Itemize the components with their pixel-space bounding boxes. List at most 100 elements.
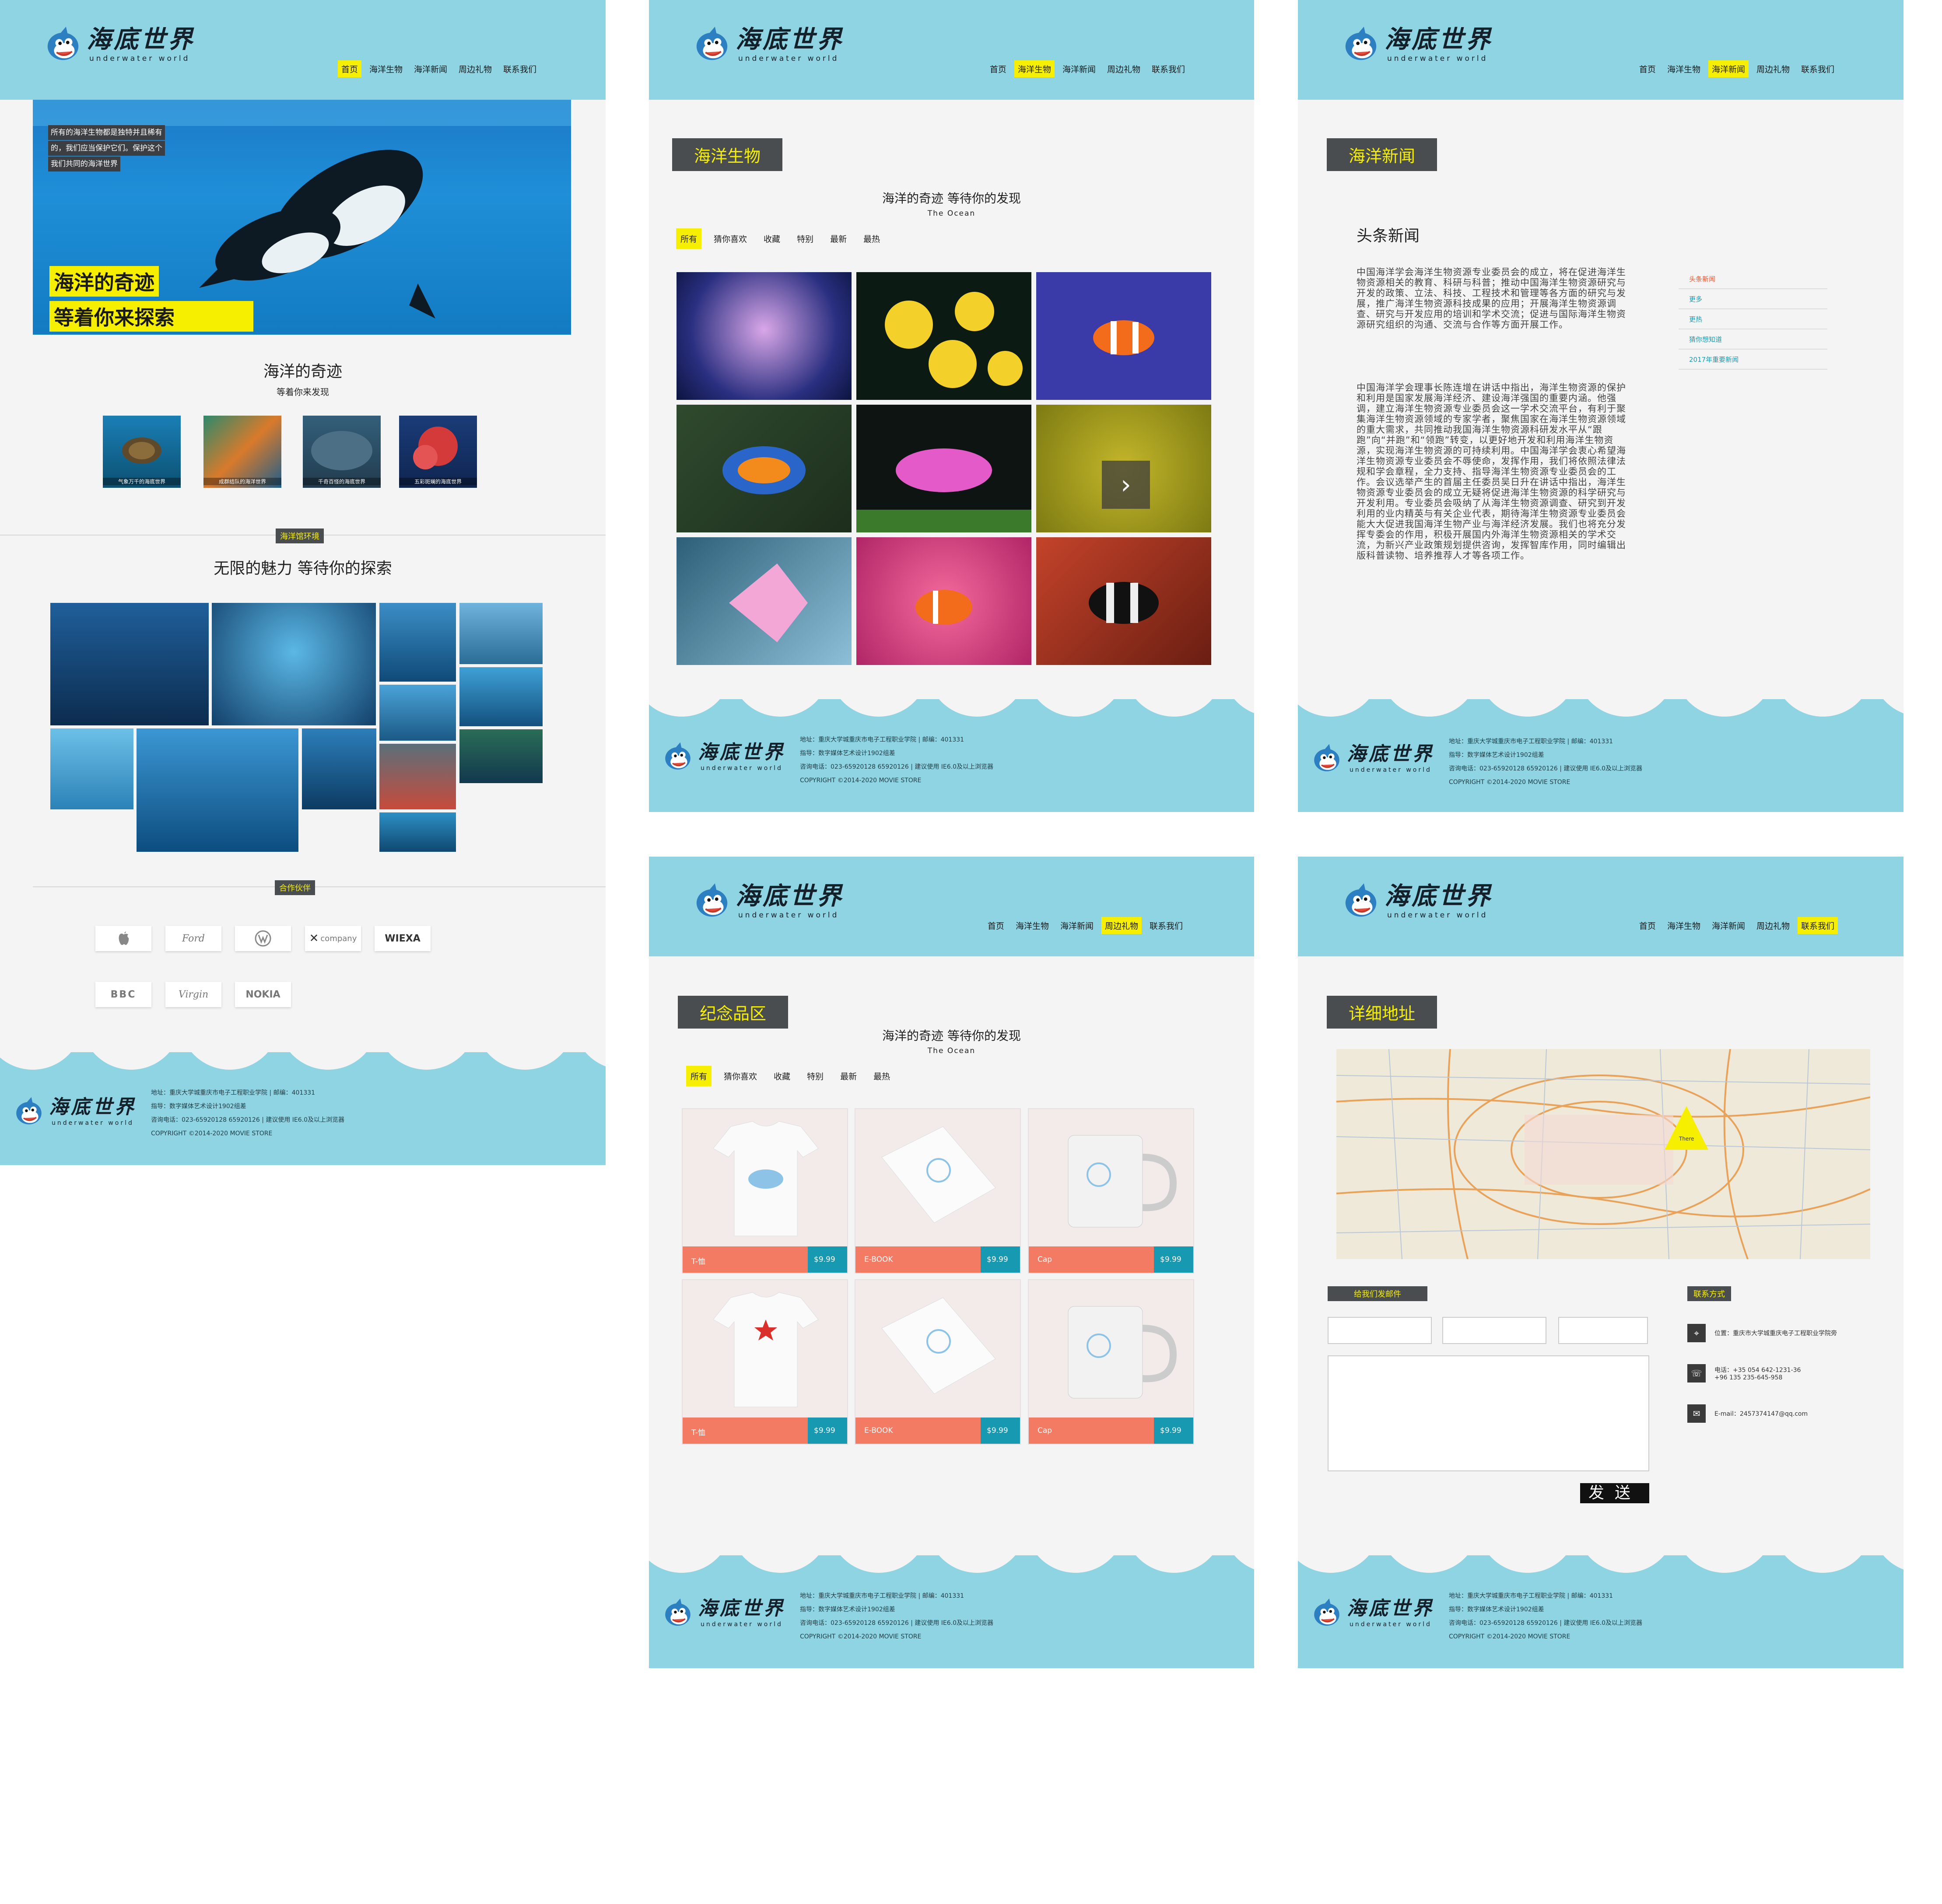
product-card[interactable]: Cap $9.99: [1028, 1108, 1194, 1274]
creature-jellyfish[interactable]: [677, 272, 852, 400]
creature-damselfish[interactable]: [1036, 537, 1211, 665]
aquarium-photo[interactable]: [137, 728, 298, 852]
creature-clownfish[interactable]: [1036, 272, 1211, 400]
filter-saved[interactable]: 收藏: [769, 1066, 795, 1086]
thumb-fish-school[interactable]: 成群结队的海洋世界: [203, 416, 281, 488]
thumb-turtle[interactable]: 气象万千的海底世界: [103, 416, 181, 488]
nav-gifts[interactable]: 周边礼物: [1753, 60, 1793, 77]
filter-hottest[interactable]: 最热: [869, 1066, 894, 1086]
partner-vw-logo[interactable]: [235, 926, 291, 951]
name-input[interactable]: [1328, 1317, 1432, 1344]
nav-contact[interactable]: 联系我们: [1798, 60, 1838, 77]
aquarium-photo[interactable]: [379, 603, 456, 682]
nav-gifts[interactable]: 周边礼物: [455, 60, 495, 77]
nav-news[interactable]: 海洋新闻: [410, 60, 451, 77]
footer-logo[interactable]: 海底世界 underwater world: [1311, 743, 1434, 775]
aquarium-photo[interactable]: [302, 728, 376, 809]
nav-contact[interactable]: 联系我们: [500, 60, 540, 77]
logo[interactable]: 海底世界 underwater world: [1342, 882, 1493, 921]
product-card[interactable]: E-BOOK $9.99: [855, 1279, 1021, 1445]
footer-logo[interactable]: 海底世界 underwater world: [662, 1597, 785, 1630]
product-card[interactable]: E-BOOK $9.99: [855, 1108, 1021, 1274]
nav-contact[interactable]: 联系我们: [1148, 60, 1188, 77]
nav-creatures[interactable]: 海洋生物: [1664, 917, 1704, 934]
nav-home[interactable]: 首页: [337, 60, 361, 77]
product-card[interactable]: T-恤 $9.99: [682, 1279, 848, 1445]
partner-bbc-logo[interactable]: BBC: [95, 982, 151, 1007]
creature-mandarinfish[interactable]: [677, 405, 852, 532]
nav-news[interactable]: 海洋新闻: [1059, 60, 1099, 77]
creature-butterflyfish[interactable]: [856, 272, 1031, 400]
logo[interactable]: 海底世界 underwater world: [1342, 25, 1493, 65]
footer-logo[interactable]: 海底世界 underwater world: [13, 1096, 137, 1128]
filter-liked[interactable]: 猜你喜欢: [709, 228, 751, 249]
nav-creatures[interactable]: 海洋生物: [1664, 60, 1704, 77]
logo[interactable]: 海底世界 underwater world: [693, 25, 844, 65]
apple-icon: [119, 931, 129, 945]
side-menu-item[interactable]: 更热: [1679, 309, 1827, 329]
thumb-ray[interactable]: 千奇百怪的海底世界: [303, 416, 381, 488]
aquarium-photo[interactable]: [212, 603, 376, 725]
creature-anemone-clownfish[interactable]: [856, 537, 1031, 665]
nav-creatures[interactable]: 海洋生物: [1014, 60, 1055, 77]
partner-apple-logo[interactable]: [95, 926, 151, 951]
send-button[interactable]: 发送: [1580, 1483, 1649, 1503]
partner-wiexa-logo[interactable]: WIEXA: [375, 926, 431, 951]
filter-special[interactable]: 特别: [792, 228, 818, 249]
partner-nokia-logo[interactable]: NOKIA: [235, 982, 291, 1007]
filter-all[interactable]: 所有: [686, 1066, 712, 1086]
next-arrow-icon[interactable]: ›: [1102, 461, 1150, 509]
message-textarea[interactable]: [1328, 1355, 1649, 1471]
footer-logo[interactable]: 海底世界 underwater world: [1311, 1597, 1434, 1630]
filter-newest[interactable]: 最新: [826, 228, 851, 249]
nav-contact[interactable]: 联系我们: [1797, 917, 1838, 934]
aquarium-photo[interactable]: [379, 685, 456, 741]
logo[interactable]: 海底世界 underwater world: [44, 25, 195, 65]
aquarium-photo[interactable]: [379, 744, 456, 809]
nav-gifts[interactable]: 周边礼物: [1753, 917, 1793, 934]
nav-gifts[interactable]: 周边礼物: [1104, 60, 1144, 77]
filter-saved[interactable]: 收藏: [759, 228, 785, 249]
location-map[interactable]: There: [1336, 1049, 1870, 1259]
filter-liked[interactable]: 猜你喜欢: [719, 1066, 761, 1086]
partner-ford-logo[interactable]: Ford: [165, 926, 221, 951]
nav-home[interactable]: 首页: [986, 60, 1010, 77]
nav-creatures[interactable]: 海洋生物: [366, 60, 406, 77]
nav-creatures[interactable]: 海洋生物: [1012, 917, 1052, 934]
creature-jellyfish-yellow[interactable]: ›: [1036, 405, 1211, 532]
email-input[interactable]: [1442, 1317, 1546, 1344]
thumb-coral[interactable]: 五彩斑斓的海底世界: [399, 416, 477, 488]
partner-company-logo[interactable]: ✕ company: [305, 926, 361, 951]
aquarium-photo[interactable]: [50, 603, 209, 725]
subject-input[interactable]: [1558, 1317, 1648, 1344]
aquarium-photo[interactable]: [459, 667, 543, 726]
footer-logo[interactable]: 海底世界 underwater world: [662, 741, 785, 774]
creature-angelfish[interactable]: [677, 537, 852, 665]
creature-anthias[interactable]: [856, 405, 1031, 532]
side-menu-item[interactable]: 更多: [1679, 289, 1827, 309]
nav-news[interactable]: 海洋新闻: [1057, 917, 1097, 934]
nav-news[interactable]: 海洋新闻: [1708, 60, 1749, 77]
product-card[interactable]: Cap $9.99: [1028, 1279, 1194, 1445]
partner-virgin-logo[interactable]: Virgin: [165, 982, 221, 1007]
nav-home[interactable]: 首页: [1636, 60, 1659, 77]
nav-home[interactable]: 首页: [984, 917, 1008, 934]
aquarium-photo[interactable]: [379, 812, 456, 852]
aquarium-photo[interactable]: [459, 603, 543, 664]
filter-hottest[interactable]: 最热: [859, 228, 884, 249]
product-card[interactable]: T-恤 $9.99: [682, 1108, 848, 1274]
side-menu-item[interactable]: 头条新闻: [1679, 269, 1827, 289]
aquarium-photo[interactable]: [459, 729, 543, 783]
nav-contact[interactable]: 联系我们: [1146, 917, 1186, 934]
nav-home[interactable]: 首页: [1636, 917, 1659, 934]
side-menu-item[interactable]: 2017年重要新闻: [1679, 350, 1827, 370]
filter-newest[interactable]: 最新: [836, 1066, 861, 1086]
nav-news[interactable]: 海洋新闻: [1708, 917, 1749, 934]
filter-all[interactable]: 所有: [676, 228, 702, 249]
nav-gifts[interactable]: 周边礼物: [1101, 917, 1142, 934]
contact-email: ✉ E-mail：2457374147@qq.com: [1687, 1404, 1808, 1423]
side-menu-item[interactable]: 猜你想知道: [1679, 329, 1827, 350]
logo[interactable]: 海底世界 underwater world: [693, 882, 844, 921]
filter-special[interactable]: 特别: [803, 1066, 828, 1086]
aquarium-photo[interactable]: [50, 728, 133, 809]
